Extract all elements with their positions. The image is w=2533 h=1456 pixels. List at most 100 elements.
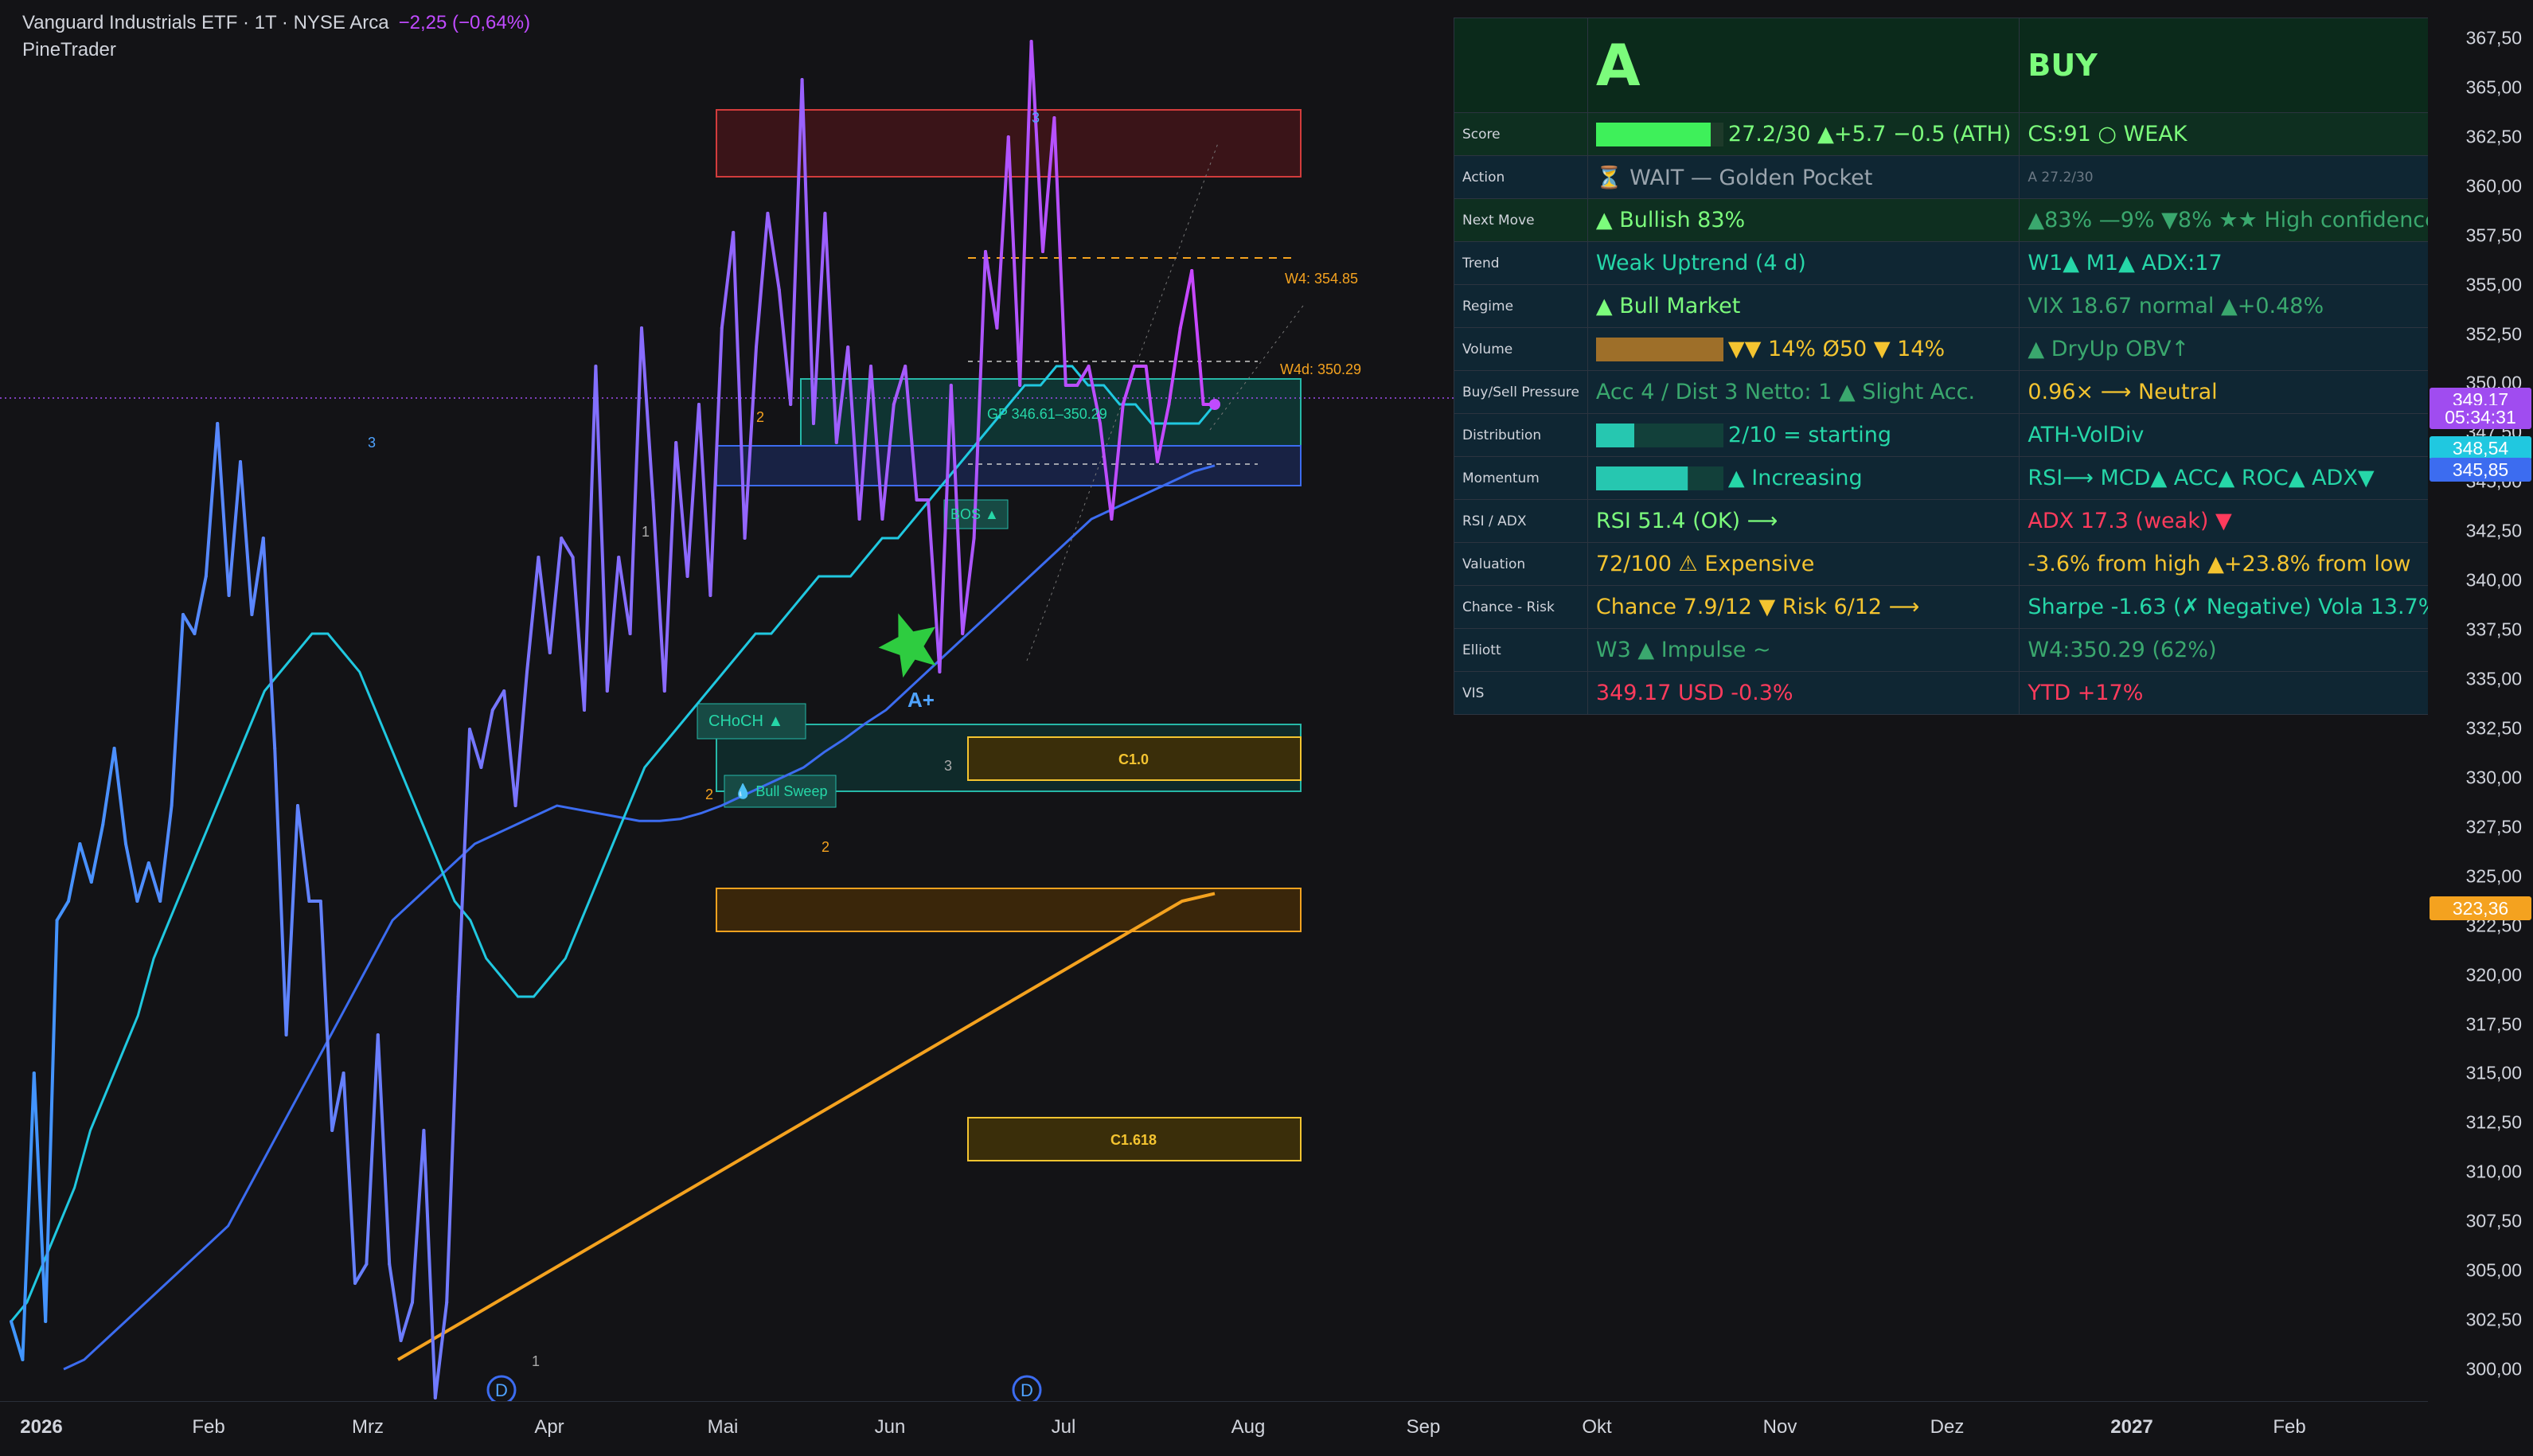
price-segment [353, 1263, 369, 1285]
price-segment [961, 537, 976, 635]
price-tick: 315,00 [2465, 1062, 2522, 1083]
price-segment [433, 1301, 449, 1399]
price-segment [927, 498, 942, 673]
price-segment [250, 537, 265, 616]
price-segment [755, 212, 770, 349]
price-segment [479, 708, 494, 769]
price-segment [640, 326, 655, 502]
row-value: ▲ Increasing [1587, 456, 2020, 500]
price-segment [296, 804, 311, 903]
dividend-marker: D [1012, 1375, 1042, 1401]
row-value-text: Acc 4 / Dist 3 Netto: 1 ▲ Slight Acc. [1595, 380, 1976, 404]
signal-value: BUY [2028, 48, 2098, 83]
row-label: Trend [1454, 241, 1588, 285]
row-value-text: RSI 51.4 (OK) ⟶ [1595, 509, 1778, 533]
signal-cell: BUY [2019, 18, 2448, 113]
price-segment [1018, 40, 1033, 387]
price-segment [216, 422, 231, 597]
aplus-label: A+ [907, 688, 935, 712]
price-segment [273, 747, 288, 1036]
row-value: Weak Uptrend (4 d) [1587, 241, 2020, 285]
price-segment [181, 613, 197, 635]
row-value-text: ▼▼ 14% Ø50 ▼ 14% [1727, 336, 1946, 361]
time-tick: Jun [874, 1416, 906, 1438]
row-detail: ▲ DryUp OBV↑ [2019, 327, 2448, 371]
row-label: Chance - Risk [1454, 585, 1588, 629]
time-tick: Aug [1231, 1416, 1266, 1438]
price-segment [468, 728, 483, 769]
price-badge: 05:34:31 [2430, 404, 2531, 429]
price-segment [583, 365, 598, 712]
ema-fast-line [10, 365, 1216, 1322]
price-segment [227, 460, 242, 597]
row-label: Buy/Sell Pressure [1454, 370, 1588, 414]
price-segment [135, 861, 150, 903]
time-tick: Mrz [352, 1416, 384, 1438]
price-segment [513, 670, 529, 807]
panel-row: Trend Weak Uptrend (4 d) W1▲ M1▲ ADX:17 [1454, 241, 2448, 285]
panel-row: Regime ▲ Bull Market VIX 18.67 normal ▲+0.… [1454, 284, 2448, 328]
price-segment [101, 747, 116, 826]
row-value: 72/100 ⚠ Expensive [1587, 542, 2020, 586]
row-value-text: ▲ Bullish 83% [1595, 208, 1746, 232]
price-segment [777, 288, 793, 406]
row-value: 349.17 USD -0.3% [1587, 671, 2020, 715]
price-segment [490, 689, 506, 712]
time-tick: Okt [1582, 1416, 1612, 1438]
price-segment [594, 365, 609, 693]
row-value-text: Weak Uptrend (4 d) [1595, 251, 1806, 275]
price-segment [674, 441, 689, 578]
price-segment [284, 804, 299, 1036]
time-tick: Sep [1406, 1416, 1441, 1438]
time-tick: Dez [1930, 1416, 1965, 1438]
price-segment [112, 747, 127, 845]
dividend-marker-label: D [495, 1380, 508, 1400]
c1618-label: C1.618 [1110, 1132, 1157, 1148]
price-segment [204, 422, 220, 578]
wave-label: 3 [1032, 110, 1040, 126]
price-segment [21, 1072, 36, 1361]
score-bar [1595, 424, 1723, 448]
time-tick: 2027 [2110, 1416, 2153, 1438]
time-tick: Feb [2273, 1416, 2306, 1438]
price-segment [628, 326, 643, 635]
price-tick: 312,50 [2465, 1111, 2522, 1133]
panel-row: Chance - Risk Chance 7.9/12 ▼ Risk 6/12 ⟶… [1454, 585, 2448, 629]
price-tick: 305,00 [2465, 1259, 2522, 1281]
row-value: 2/10 = starting [1587, 413, 2020, 457]
row-value: Acc 4 / Dist 3 Netto: 1 ▲ Slight Acc. [1587, 370, 2020, 414]
price-segment [617, 556, 632, 635]
time-axis[interactable]: 2026 Feb Mrz Apr Mai Jun Jul Aug Sep Okt Nov Dez 202… [0, 1401, 2428, 1456]
row-label: Valuation [1454, 542, 1588, 586]
wave-label: 2 [756, 409, 764, 425]
panel-row: Distribution 2/10 = starting ATH-VolDiv [1454, 413, 2448, 457]
price-segment [548, 537, 564, 654]
dividend-marker: D [486, 1375, 517, 1401]
time-tick: Feb [192, 1416, 225, 1438]
choch-label: CHoCH ▲ [708, 712, 783, 730]
row-label: Score [1454, 112, 1588, 156]
row-value: RSI 51.4 (OK) ⟶ [1587, 499, 2020, 543]
row-value: W3 ▲ Impulse ~ [1587, 628, 2020, 672]
price-segment [388, 1263, 403, 1342]
panel-row: Next Move ▲ Bullish 83% ▲83% —9% ▼8% ★★ Hi… [1454, 198, 2448, 242]
price-segment [605, 556, 621, 693]
wave-label: 2 [705, 787, 713, 802]
panel-header-blank [1454, 18, 1588, 113]
price-segment [525, 556, 541, 673]
price-tick: 320,00 [2465, 964, 2522, 986]
pinetrader-info-panel: A BUY Score 27.2/30 ▲+5.7 −0.5 (ATH) CS:91… [1454, 18, 2448, 715]
row-detail: ADX 17.3 (weak) ▼ [2019, 499, 2448, 543]
time-tick: Nov [1762, 1416, 1797, 1438]
row-label: Elliott [1454, 628, 1588, 672]
dividend-marker-label: D [1021, 1380, 1033, 1400]
row-value: ▼▼ 14% Ø50 ▼ 14% [1587, 327, 2020, 371]
panel-header-row: A BUY [1454, 18, 2448, 113]
price-tick: 335,00 [2465, 668, 2522, 689]
row-value: ▲ Bull Market [1587, 284, 2020, 328]
price-axis[interactable]: 367,50 365,00 362,50 360,00 357,50 355,00 352,… [2428, 0, 2533, 1455]
price-segment [1178, 269, 1194, 330]
price-segment [502, 689, 517, 807]
price-segment [124, 842, 139, 903]
row-value-text: W3 ▲ Impulse ~ [1595, 638, 1771, 662]
